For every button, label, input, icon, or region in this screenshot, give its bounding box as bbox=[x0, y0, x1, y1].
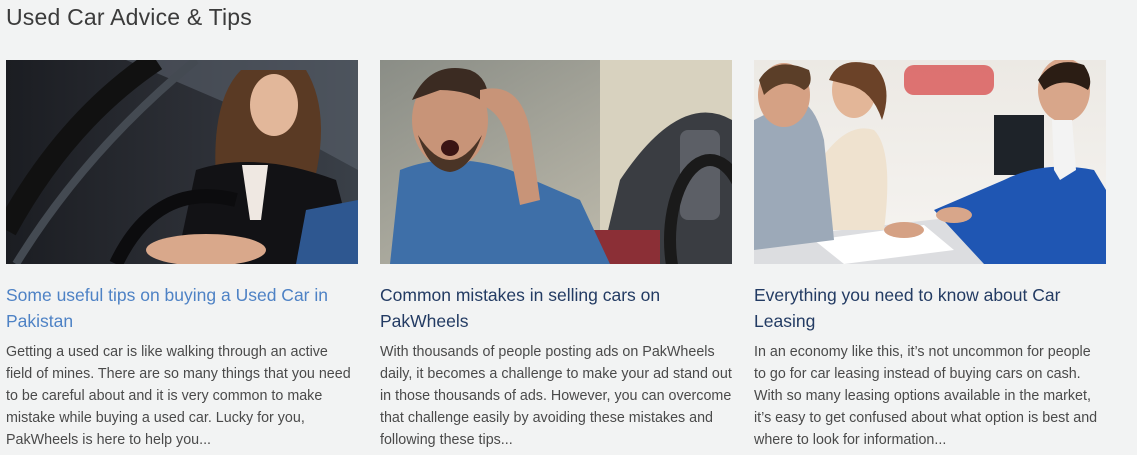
article-card: Common mistakes in selling cars on PakWh… bbox=[380, 60, 732, 451]
cards-row: Some useful tips on buying a Used Car in… bbox=[6, 60, 1131, 451]
article-card: Everything you need to know about Car Le… bbox=[754, 60, 1106, 451]
car-leasing-photo bbox=[754, 60, 1106, 264]
section-title: Used Car Advice & Tips bbox=[6, 4, 253, 30]
article-title-link[interactable]: Everything you need to know about Car Le… bbox=[754, 282, 1106, 334]
article-title-link[interactable]: Common mistakes in selling cars on PakWh… bbox=[380, 282, 732, 334]
woman-driving-photo bbox=[6, 60, 358, 264]
article-title-link[interactable]: Some useful tips on buying a Used Car in… bbox=[6, 282, 358, 334]
article-card: Some useful tips on buying a Used Car in… bbox=[6, 60, 358, 451]
advice-section: Used Car Advice & Tips Some useful tips … bbox=[0, 0, 1137, 455]
article-thumbnail[interactable] bbox=[754, 60, 1106, 264]
article-thumbnail[interactable] bbox=[380, 60, 732, 264]
article-excerpt: Getting a used car is like walking throu… bbox=[6, 344, 351, 448]
article-excerpt: With thousands of people posting ads on … bbox=[380, 344, 732, 448]
frustrated-man-car-photo bbox=[380, 60, 732, 264]
article-excerpt: In an economy like this, it’s not uncomm… bbox=[754, 344, 1098, 448]
article-thumbnail[interactable] bbox=[6, 60, 358, 264]
